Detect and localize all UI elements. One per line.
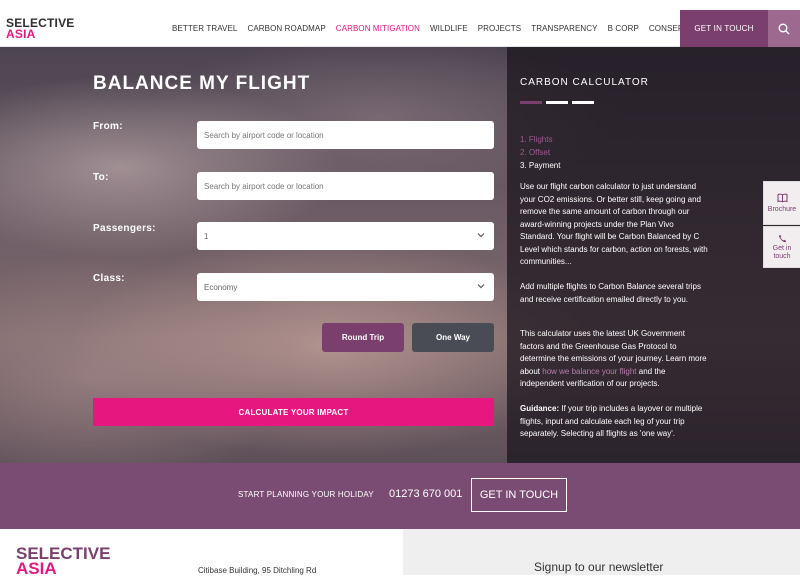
book-icon	[777, 193, 787, 202]
step-list: 1. Flights 2. Offset 3. Payment	[520, 133, 560, 172]
to-label: To:	[93, 172, 109, 183]
nav-wildlife[interactable]: WILDLIFE	[430, 24, 468, 33]
guidance-paragraph: Guidance: If your trip includes a layove…	[520, 403, 710, 441]
cta-get-in-touch-button[interactable]: GET IN TOUCH	[471, 478, 567, 512]
hero-section: BALANCE MY FLIGHT From: Search by airpor…	[0, 47, 800, 463]
brochure-label: Brochure	[767, 205, 797, 213]
footer-address: Citibase Building, 95 Ditchling Rd	[198, 566, 317, 575]
nav-carbon-mitigation[interactable]: CARBON MITIGATION	[336, 24, 420, 33]
cta-text: START PLANNING YOUR HOLIDAY	[238, 490, 374, 499]
nav-better-travel[interactable]: BETTER TRAVEL	[172, 24, 237, 33]
nav-b-corp[interactable]: B CORP	[608, 24, 639, 33]
newsletter-heading: Signup to our newsletter	[534, 560, 664, 574]
chevron-down-icon	[477, 233, 485, 238]
chevron-down-icon	[477, 284, 485, 289]
round-trip-button[interactable]: Round Trip	[322, 323, 404, 352]
newsletter-section: Signup to our newsletter	[403, 529, 800, 575]
nav-transparency[interactable]: TRANSPARENCY	[531, 24, 597, 33]
step-flights: 1. Flights	[520, 135, 553, 144]
search-icon	[778, 23, 790, 34]
cta-phone[interactable]: 01273 670 001	[389, 488, 462, 500]
multiple-flights-paragraph: Add multiple flights to Carbon Balance s…	[520, 282, 701, 304]
header-get-in-touch-button[interactable]: GET IN TOUCH	[680, 10, 768, 47]
site-footer: SELECTIVE ASIA Citibase Building, 95 Dit…	[0, 529, 800, 578]
from-label: From:	[93, 121, 123, 132]
get-in-touch-tab[interactable]: Get in touch	[763, 226, 800, 268]
step-offset: 2. Offset	[520, 148, 551, 157]
methodology-paragraph: This calculator uses the latest UK Gover…	[520, 328, 710, 391]
step-bar-3	[572, 101, 594, 104]
to-input[interactable]: Search by airport code or location	[197, 172, 494, 200]
passengers-select[interactable]: 1	[197, 222, 494, 250]
one-way-button[interactable]: One Way	[412, 323, 494, 352]
step-progress	[520, 101, 594, 104]
main-nav: BETTER TRAVEL CARBON ROADMAP CARBON MITI…	[172, 10, 713, 47]
from-input[interactable]: Search by airport code or location	[197, 121, 494, 149]
footer-logo[interactable]: SELECTIVE ASIA	[16, 545, 110, 578]
intro-paragraph: Use our flight carbon calculator to just…	[520, 182, 708, 266]
calculate-impact-button[interactable]: CALCULATE YOUR IMPACT	[93, 398, 494, 426]
page-title: BALANCE MY FLIGHT	[93, 73, 311, 94]
passengers-value: 1	[204, 231, 209, 241]
get-in-touch-label: Get in touch	[772, 244, 792, 260]
phone-icon	[778, 234, 786, 242]
footer-logo-line-2: ASIA	[16, 559, 57, 578]
panel-title: CARBON CALCULATOR	[520, 77, 649, 88]
site-logo[interactable]: SELECTIVE ASIA	[6, 17, 74, 41]
carbon-calculator-panel: CARBON CALCULATOR 1. Flights 2. Offset 3…	[507, 47, 800, 463]
nav-projects[interactable]: PROJECTS	[478, 24, 521, 33]
logo-line-2: ASIA	[6, 27, 36, 41]
balance-flight-link[interactable]: how we balance your flight	[542, 367, 636, 376]
guidance-label: Guidance:	[520, 404, 560, 413]
nav-carbon-roadmap[interactable]: CARBON ROADMAP	[247, 24, 325, 33]
class-select[interactable]: Economy	[197, 273, 494, 301]
site-header: SELECTIVE ASIA BETTER TRAVEL CARBON ROAD…	[0, 10, 800, 47]
brochure-tab[interactable]: Brochure	[763, 181, 800, 225]
class-value: Economy	[204, 282, 238, 292]
search-button[interactable]	[768, 10, 800, 47]
class-label: Class:	[93, 273, 125, 284]
step-bar-1	[520, 101, 542, 104]
passengers-label: Passengers:	[93, 223, 156, 234]
step-bar-2	[546, 101, 568, 104]
step-payment: 3. Payment	[520, 161, 561, 170]
cta-band: START PLANNING YOUR HOLIDAY 01273 670 00…	[0, 463, 800, 529]
